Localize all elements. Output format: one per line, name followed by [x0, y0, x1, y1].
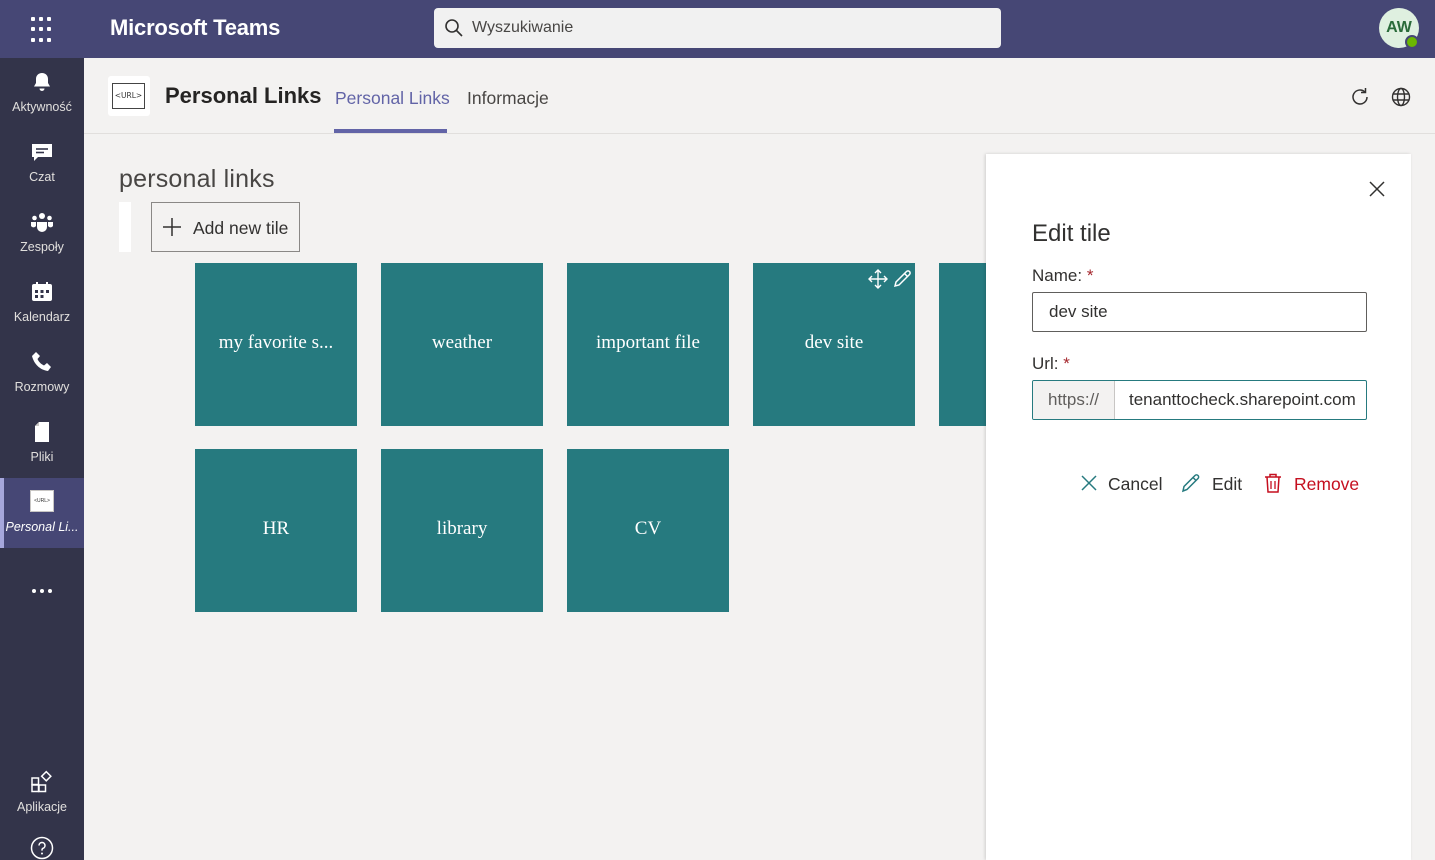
- tile-label: dev site: [804, 332, 864, 353]
- tile-label: HR: [262, 518, 290, 539]
- cancel-button[interactable]: Cancel: [1078, 472, 1162, 496]
- rail-item-label: Kalendarz: [13, 310, 71, 324]
- url-field-group: https:// tenanttocheck.sharepoint.com: [1032, 380, 1367, 420]
- calendar-icon: [32, 282, 52, 301]
- rail-item-files[interactable]: Pliki: [0, 408, 84, 478]
- close-icon[interactable]: [1366, 178, 1388, 200]
- rail-item-chat[interactable]: Czat: [0, 128, 84, 198]
- cancel-label: Cancel: [1108, 474, 1163, 494]
- command-bar-strip: [119, 202, 131, 252]
- tile[interactable]: my favorite s...: [195, 263, 357, 426]
- app-rail: Aktywność Czat Zespoły Kalendarz Rozmowy…: [0, 58, 84, 860]
- tile-label: important file: [596, 332, 700, 353]
- file-icon: [35, 422, 49, 442]
- refresh-icon[interactable]: [1349, 86, 1371, 108]
- app-header: <URL> Personal Links Personal Links Info…: [84, 58, 1435, 134]
- url-field-label: Url: *: [1032, 354, 1070, 374]
- edit-button[interactable]: Edit: [1180, 472, 1242, 496]
- panel-title: Edit tile: [1032, 220, 1111, 247]
- tile-label: my favorite s...: [218, 332, 334, 353]
- rail-item-activity[interactable]: Aktywność: [0, 58, 84, 128]
- move-icon[interactable]: [867, 268, 889, 290]
- rail-item-label: Rozmowy: [14, 380, 70, 394]
- url-label-text: Url:: [1032, 354, 1059, 373]
- rail-item-label: Aplikacje: [16, 800, 68, 814]
- top-bar: Microsoft Teams Wyszukiwanie AW: [0, 0, 1435, 58]
- tile-label: library: [436, 518, 488, 539]
- app-launcher-icon[interactable]: [28, 14, 58, 44]
- rail-item-calls[interactable]: Rozmowy: [0, 338, 84, 408]
- required-mark: *: [1063, 354, 1070, 373]
- tile[interactable]: weather: [381, 263, 543, 426]
- trash-icon: [1265, 473, 1281, 493]
- more-apps-icon[interactable]: [30, 580, 54, 593]
- rail-item-label: Aktywność: [12, 100, 72, 114]
- page-title: personal links: [119, 165, 275, 193]
- tab-informacje[interactable]: Informacje: [467, 88, 549, 109]
- bell-icon: [34, 73, 50, 91]
- required-mark: *: [1086, 266, 1094, 285]
- rail-item-label: Czat: [29, 170, 55, 184]
- tile[interactable]: library: [381, 449, 543, 612]
- personal-links-app-icon: <URL>: [30, 490, 54, 512]
- active-tab-indicator: [334, 129, 447, 133]
- name-field-label: Name: *: [1032, 266, 1093, 286]
- logo-text: <URL>: [112, 83, 145, 109]
- tile[interactable]: important file: [567, 263, 729, 426]
- globe-icon[interactable]: [1390, 86, 1412, 108]
- phone-icon: [32, 352, 51, 371]
- add-new-tile-button[interactable]: Add new tile: [151, 202, 300, 252]
- rail-item-calendar[interactable]: Kalendarz: [0, 268, 84, 338]
- apps-icon: [31, 770, 52, 793]
- cancel-x-icon: [1081, 475, 1097, 491]
- name-field[interactable]: dev site: [1032, 292, 1367, 332]
- edit-label: Edit: [1212, 474, 1243, 494]
- app-title: Microsoft Teams: [110, 15, 281, 40]
- app-name: Personal Links: [165, 83, 322, 108]
- tile-selected[interactable]: dev site: [753, 263, 915, 426]
- presence-available-icon: [1405, 35, 1419, 49]
- search-input[interactable]: Wyszukiwanie: [434, 8, 1001, 48]
- rail-item-apps[interactable]: Aplikacje: [0, 758, 84, 828]
- personal-links-logo: <URL>: [108, 76, 150, 116]
- rail-item-label: Pliki: [30, 450, 54, 464]
- name-label-text: Name:: [1032, 266, 1083, 285]
- teams-icon: [31, 213, 53, 232]
- add-new-tile-label: Add new tile: [193, 218, 289, 238]
- search-icon: [445, 19, 463, 37]
- tile[interactable]: HR: [195, 449, 357, 612]
- pencil-icon[interactable]: [891, 268, 913, 290]
- tile[interactable]: CV: [567, 449, 729, 612]
- remove-label: Remove: [1294, 474, 1360, 494]
- url-field[interactable]: tenanttocheck.sharepoint.com: [1115, 381, 1366, 419]
- tab-personal-links[interactable]: Personal Links: [335, 88, 450, 109]
- rail-item-personal-links[interactable]: <URL> Personal Li...: [0, 478, 84, 548]
- url-prefix: https://: [1033, 381, 1115, 419]
- rail-item-label: Zespoły: [20, 240, 64, 254]
- chat-icon: [32, 144, 52, 161]
- tile-label: weather: [431, 332, 493, 353]
- rail-item-label: Personal Li...: [5, 520, 79, 534]
- pencil-icon: [1181, 474, 1200, 493]
- edit-tile-panel: Edit tile Name: * dev site Url: * https:…: [986, 154, 1411, 860]
- help-icon[interactable]: [30, 836, 54, 860]
- tile-label: CV: [634, 518, 662, 539]
- rail-item-teams[interactable]: Zespoły: [0, 198, 84, 268]
- remove-button[interactable]: Remove: [1262, 472, 1360, 496]
- plus-icon: [163, 218, 181, 236]
- tile-tools: [867, 268, 913, 290]
- search-placeholder: Wyszukiwanie: [472, 19, 574, 36]
